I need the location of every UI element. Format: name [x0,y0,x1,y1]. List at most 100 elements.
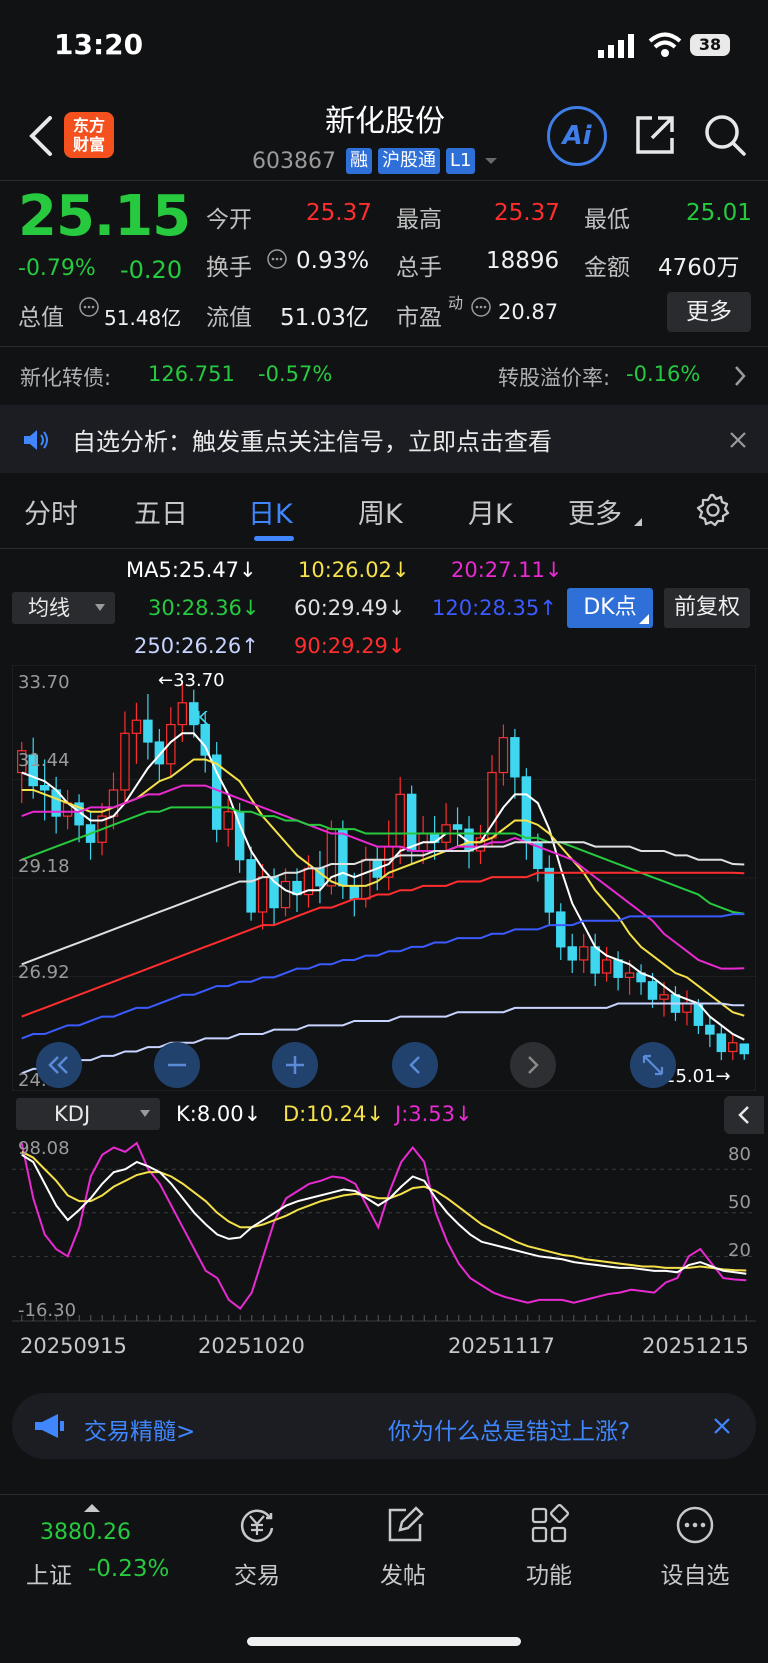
date-label: 20251215 [642,1334,749,1358]
home-indicator [247,1637,521,1646]
back-icon[interactable] [22,110,62,162]
float-label: 流值 [206,305,252,331]
close-icon[interactable] [728,430,748,450]
nav-add-watchlist[interactable]: 设自选 [635,1556,755,1590]
index-change[interactable]: -0.23% [88,1556,169,1582]
dropdown-arrow-icon [95,604,105,611]
fullscreen-button[interactable] [630,1042,676,1088]
convertible-label[interactable]: 新化转债: [20,362,111,392]
kdj-d-label: D:10.24↓ [283,1102,384,1126]
share-icon[interactable] [632,112,678,158]
change-amount: -0.20 [120,256,183,284]
chevron-left-icon [409,1056,420,1074]
ma10-label: 10:26.02↓ [298,558,410,582]
speaker-icon [24,430,48,450]
dk-point-button[interactable]: DK点 [567,588,653,628]
chevron-right-icon [528,1056,539,1074]
scroll-right-button[interactable] [510,1042,556,1088]
tab-active-indicator [254,536,294,541]
candle-body [406,793,417,852]
post-icon[interactable] [384,1504,426,1546]
candle-body [578,946,589,961]
candle-body [659,994,669,1000]
dropdown-arrow-icon [485,158,498,164]
promo-right-text[interactable]: 你为什么总是错过上涨? [388,1412,630,1446]
tab-daily-k[interactable]: 日K [248,492,293,531]
info-icon[interactable] [78,296,100,318]
kdj-indicator-select[interactable]: KDJ [16,1098,160,1130]
candle-body [601,959,612,974]
zoom-out-button[interactable] [154,1042,200,1088]
info-icon[interactable] [470,296,492,318]
ma60-label: 60:29.49↓ [294,596,406,620]
dropdown-arrow-icon [140,1110,150,1117]
nav-trade[interactable]: 交易 [197,1556,317,1590]
chevron-right-icon[interactable] [732,364,748,388]
pe-superscript: 动 [448,294,464,312]
kdj-axis-label: 50 [728,1192,751,1213]
scroll-start-button[interactable] [36,1042,82,1088]
search-icon[interactable] [702,112,748,158]
turnover-label: 换手 [206,255,252,281]
open-label: 今开 [206,207,252,233]
scroll-left-button[interactable] [392,1042,438,1088]
candle-body [556,911,566,948]
index-name[interactable]: 上证 [26,1556,72,1590]
tab-monthly-k[interactable]: 月K [468,492,513,531]
tab-five-day[interactable]: 五日 [134,492,188,531]
ma5-label: MA5:25.47↓ [126,558,257,582]
kdj-chart[interactable] [12,1133,756,1323]
level-tag: L1 [445,148,476,174]
ai-button[interactable]: Ai [547,106,607,166]
divider [0,180,768,181]
nav-post[interactable]: 发帖 [343,1556,463,1590]
y-axis-label: 33.70 [18,672,70,693]
divider [0,548,768,549]
low-value: 25.01 [686,200,752,226]
up-arrow-icon [84,1504,100,1512]
date-label: 20251117 [448,1334,555,1358]
stock-code-row[interactable]: 603867 融 沪股通 L1 [252,146,501,176]
kdj-axis-label: 20 [728,1240,751,1261]
info-icon[interactable] [266,248,288,270]
kdj-axis-label: 80 [728,1144,751,1165]
collapse-button[interactable] [724,1096,764,1134]
kline-chart[interactable] [12,665,756,1091]
ma-indicator-select[interactable]: 均线 [12,592,115,624]
index-value[interactable]: 3880.26 [40,1520,131,1545]
ma90-label: 90:29.29↓ [294,634,406,658]
tab-weekly-k[interactable]: 周K [358,492,403,531]
chevron-left-icon [738,1106,749,1124]
corner-arrow-icon [639,614,649,624]
kdj-axis-label: -16.30 [18,1300,77,1321]
battery-indicator: 38 [690,34,730,56]
k-marker: K [196,708,208,729]
more-dots-icon[interactable] [674,1504,716,1546]
change-percent: -0.79% [18,256,96,281]
trade-icon[interactable] [236,1504,278,1546]
kdj-k-label: K:8.00↓ [176,1102,262,1126]
price-adjust-button[interactable]: 前复权 [664,588,750,628]
current-price: 25.15 [18,184,191,249]
date-label: 20250915 [20,1334,127,1358]
ma120-label: 120:28.35↑ [432,596,557,620]
promo-left-text[interactable]: 交易精髓> [84,1412,195,1446]
candle-body [498,737,509,774]
ma250-label: 250:26.26↑ [134,634,259,658]
candle-body [544,867,555,913]
megaphone-icon [35,1414,64,1438]
settings-gear-icon[interactable] [695,492,731,528]
functions-icon[interactable] [528,1504,570,1546]
candle-body [120,732,130,791]
more-quote-button[interactable]: 更多 [667,292,751,332]
nav-functions[interactable]: 功能 [489,1556,609,1590]
candle-body [647,981,658,1000]
ma-line-ma60 [21,841,745,966]
tab-intraday[interactable]: 分时 [24,492,78,531]
zoom-in-button[interactable] [272,1042,318,1088]
close-icon[interactable] [712,1416,732,1436]
high-marker: ←33.70 [158,670,225,691]
tab-more[interactable]: 更多 [568,492,622,531]
notice-text: 自选分析：触发重点关注信号，立即点击查看 [72,428,552,456]
high-value: 25.37 [494,200,560,226]
